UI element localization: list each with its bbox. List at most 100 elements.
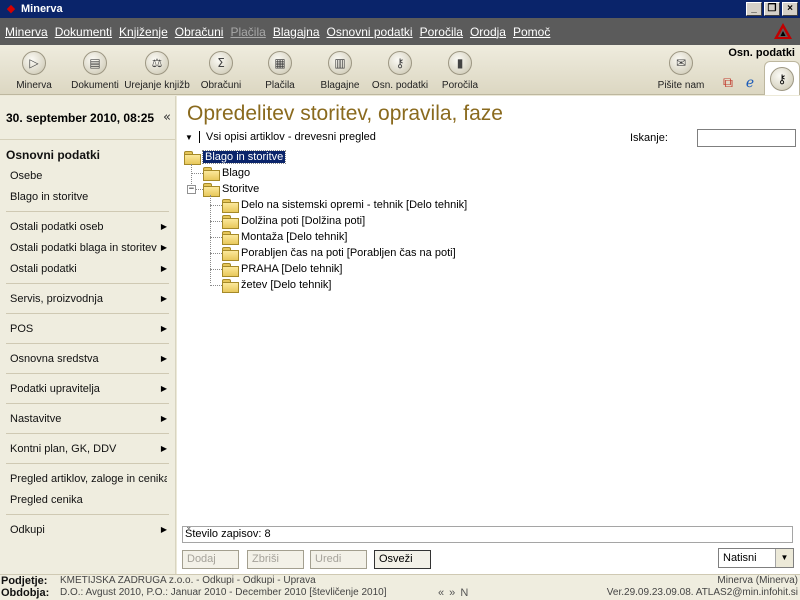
sidebar-item-odkupi[interactable]: Odkupi ▶ xyxy=(0,519,175,540)
sidebar-divider xyxy=(6,403,169,404)
menu-pomoc[interactable]: Pomoč xyxy=(513,25,550,39)
key-icon: ⚷ xyxy=(388,51,412,75)
delete-button[interactable]: Zbriši xyxy=(247,550,304,569)
office-logo-icon[interactable]: ⧉ xyxy=(719,74,737,92)
write-us-button[interactable]: ✉ Pišite nam xyxy=(648,47,714,93)
collapse-toggle-icon[interactable]: − xyxy=(187,185,196,194)
tree-node-praha-delo-tehnik[interactable]: PRAHA [Delo tehnik] xyxy=(222,261,343,277)
folder-icon xyxy=(203,183,220,197)
sidebar-item-pregled-cenika[interactable]: Pregled cenika xyxy=(0,489,175,510)
folder-icon xyxy=(222,231,239,245)
tree-node-porabljen-cas-na-poti-porabljen-cas-na-poti[interactable]: Porabljen čas na poti [Porabljen čas na … xyxy=(222,245,456,261)
payment-icon: ▦ xyxy=(268,51,292,75)
dropdown-arrow-icon[interactable]: ▼ xyxy=(185,133,193,142)
collapse-sidebar-icon[interactable]: « xyxy=(163,110,171,125)
menu-dokumenti[interactable]: Dokumenti xyxy=(55,25,112,39)
refresh-button[interactable]: Osveži xyxy=(374,550,431,569)
sidebar-divider xyxy=(6,343,169,344)
sidebar-item-ostali-podatki-oseb[interactable]: Ostali podatki oseb ▶ xyxy=(0,216,175,237)
chevron-right-icon: ▶ xyxy=(160,525,167,534)
key-tab[interactable]: ⚷ xyxy=(764,61,800,95)
sidebar-item-blago-in-storitve[interactable]: Blago in storitve xyxy=(0,186,175,207)
chevron-right-icon: ▶ xyxy=(160,243,167,252)
period-key: Obdobja: xyxy=(1,587,50,599)
menu-placila[interactable]: Plačila xyxy=(230,25,265,39)
tree-node-blago[interactable]: Blago xyxy=(203,165,250,181)
sidebar-item-label: Podatki upravitelja xyxy=(10,382,100,395)
status-bar: Podjetje: KMETIJSKA ZADRUGA z.o.o. - Odk… xyxy=(0,574,800,600)
minimize-button[interactable]: _ xyxy=(746,2,762,16)
toolbar-button-blagajne[interactable]: ▥ Blagajne xyxy=(307,47,373,93)
status-period-row: Obdobja: D.O.: Avgust 2010, P.O.: Januar… xyxy=(0,587,800,600)
menu-knjizenje[interactable]: Knjiženje xyxy=(119,25,168,39)
main-content: Opredelitev storitev, opravila, faze ▼ V… xyxy=(177,96,800,574)
tree-connector xyxy=(210,253,222,254)
menu-orodja[interactable]: Orodja xyxy=(470,25,506,39)
sidebar-item-kontni-plan-gk-ddv[interactable]: Kontni plan, GK, DDV ▶ xyxy=(0,438,175,459)
tree-node-root[interactable]: Blago in storitve xyxy=(184,149,287,165)
close-button[interactable]: × xyxy=(782,2,798,16)
toolbar-button-porocila[interactable]: ▮ Poročila xyxy=(427,47,493,93)
toolbar-button-minerva[interactable]: ▷ Minerva xyxy=(1,47,67,93)
sidebar-item-pregled-artiklov-zaloge-in-cenika[interactable]: Pregled artiklov, zaloge in cenika xyxy=(0,468,175,489)
tree-connector xyxy=(210,285,222,286)
sidebar-item-label: Blago in storitve xyxy=(10,190,89,203)
app-name: Minerva (Minerva) xyxy=(717,575,798,586)
tree-node-label: Blago in storitve xyxy=(201,150,287,164)
sidebar-item-nastavitve[interactable]: Nastavitve ▶ xyxy=(0,408,175,429)
toolbar-button-urejanje-knjizb[interactable]: ⚖ Urejanje knjižb xyxy=(124,47,190,93)
sidebar-item-osnovna-sredstva[interactable]: Osnovna sredstva ▶ xyxy=(0,348,175,369)
chevron-right-icon: ▶ xyxy=(160,414,167,423)
print-select-value: Natisni xyxy=(723,552,757,564)
toolbar-label-blagajne: Blagajne xyxy=(320,80,360,91)
chevron-down-icon[interactable]: ▼ xyxy=(775,549,793,567)
minerva-app-icon[interactable]: ◆ xyxy=(4,2,18,16)
menu-porocila[interactable]: Poročila xyxy=(420,25,463,39)
sidebar-item-osebe[interactable]: Osebe xyxy=(0,165,175,186)
record-navigator[interactable]: « » N xyxy=(438,587,469,599)
tree-connector xyxy=(210,269,222,270)
sidebar-item-label: Ostali podatki blaga in storitev xyxy=(10,241,157,254)
tree-node-dolzina-poti-dolzina-poti[interactable]: Dolžina poti [Dolžina poti] xyxy=(222,213,365,229)
toolbar-button-osn-podatki[interactable]: ⚷ Osn. podatki xyxy=(367,47,433,93)
menu-obracuni[interactable]: Obračuni xyxy=(175,25,224,39)
sidebar-item-label: Ostali podatki xyxy=(10,262,77,275)
sidebar-item-ostali-podatki[interactable]: Ostali podatki ▶ xyxy=(0,258,175,279)
tree-node-label: Delo na sistemski opremi - tehnik [Delo … xyxy=(241,199,468,211)
sidebar-item-servis-proizvodnja[interactable]: Servis, proizvodnja ▶ xyxy=(0,288,175,309)
menu-minerva[interactable]: Minerva xyxy=(5,25,48,39)
tree-node-label: Porabljen čas na poti [Porabljen čas na … xyxy=(241,247,456,259)
sidebar-list: Osebe Blago in storitve Ostali podatki ose… xyxy=(0,165,175,540)
browser-logo-icon[interactable]: ℯ xyxy=(741,74,759,92)
folder-icon xyxy=(203,167,220,181)
toolbar-button-placila[interactable]: ▦ Plačila xyxy=(247,47,313,93)
toolbar-button-dokumenti[interactable]: ▤ Dokumenti xyxy=(62,47,128,93)
tree-node-storitve[interactable]: Storitve xyxy=(203,181,259,197)
sidebar-item-ostali-podatki-blaga-in-storitev[interactable]: Ostali podatki blaga in storitev ▶ xyxy=(0,237,175,258)
add-button[interactable]: Dodaj xyxy=(182,550,239,569)
title-bar: ◆ Minerva _ ❐ × xyxy=(0,0,800,18)
menu-blagajna[interactable]: Blagajna xyxy=(273,25,320,39)
search-input[interactable] xyxy=(697,129,796,147)
tree-node-delo-na-sistemski-opremi-tehnik-delo-tehnik[interactable]: Delo na sistemski opremi - tehnik [Delo … xyxy=(222,197,467,213)
menu-osnovni-podatki[interactable]: Osnovni podatki xyxy=(327,25,413,39)
play-icon: ▷ xyxy=(22,51,46,75)
write-us-label: Pišite nam xyxy=(657,80,705,91)
tree-node-zetev-delo-tehnik[interactable]: žetev [Delo tehnik] xyxy=(222,277,332,293)
view-filter[interactable]: ▼ Vsi opisi artiklov - drevesni pregled xyxy=(185,131,376,143)
tree-node-montaza-delo-tehnik[interactable]: Montaža [Delo tehnik] xyxy=(222,229,347,245)
sidebar-divider xyxy=(6,433,169,434)
toolbar-button-obracuni[interactable]: Σ Obračuni xyxy=(188,47,254,93)
edit-button[interactable]: Uredi xyxy=(310,550,367,569)
chevron-right-icon: ▶ xyxy=(160,222,167,231)
active-module-label: Osn. podatki xyxy=(728,47,795,59)
sidebar-item-pos[interactable]: POS ▶ xyxy=(0,318,175,339)
restore-button[interactable]: ❐ xyxy=(764,2,780,16)
menu-items: Minerva Dokumenti Knjiženje Obračuni Plačila… xyxy=(5,25,557,39)
sidebar-item-label: Odkupi xyxy=(10,523,45,536)
window-title: Minerva xyxy=(21,3,63,15)
toolbar-label-placila: Plačila xyxy=(265,80,295,91)
mail-icon: ✉ xyxy=(669,51,693,75)
sidebar-item-podatki-upravitelja[interactable]: Podatki upravitelja ▶ xyxy=(0,378,175,399)
print-select[interactable]: Natisni ▼ xyxy=(718,548,794,568)
